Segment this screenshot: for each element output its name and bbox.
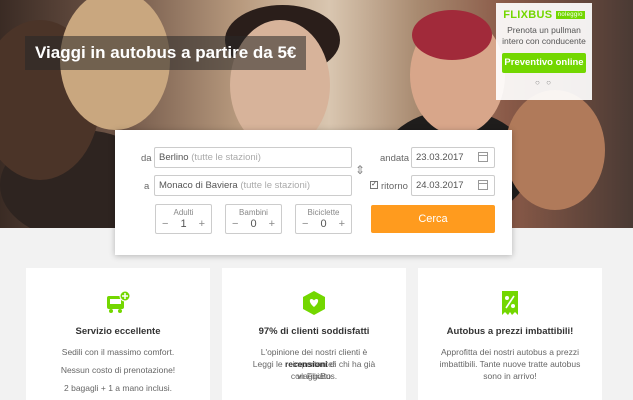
- calendar-icon[interactable]: [478, 152, 488, 162]
- reviews-link[interactable]: recensioni: [285, 359, 328, 369]
- plus-icon[interactable]: +: [269, 218, 275, 230]
- flixbus-logo: FLIXBUS noleggio: [496, 9, 592, 21]
- plus-icon[interactable]: +: [199, 218, 205, 230]
- adults-label: Adulti: [173, 208, 194, 217]
- bus-plus-icon: [107, 290, 131, 313]
- adults-stepper: Adulti − 1 +: [155, 204, 212, 234]
- feature-line: imbattibili. Tante nuove tratte autobus: [439, 359, 581, 369]
- feature-line: Approfitta dei nostri autobus a prezzi: [441, 347, 579, 357]
- plus-icon[interactable]: +: [339, 218, 345, 230]
- outbound-date: 23.03.2017: [416, 152, 464, 163]
- bikes-stepper: Biciclette − 0 +: [295, 204, 352, 234]
- swap-icon[interactable]: ⇕: [355, 163, 365, 177]
- hero-photo-hat: [412, 10, 492, 60]
- from-label: da: [141, 153, 152, 164]
- feature-card-prices: Autobus a prezzi imbattibili! Approfitta…: [418, 268, 602, 400]
- return-label: ritorno: [381, 181, 408, 192]
- bikes-label: Biciclette: [307, 208, 340, 217]
- feature-card-satisfaction: 97% di clienti soddisfatti L'opinione de…: [222, 268, 406, 400]
- feature-line: 2 bagagli + 1 a mano inclusi.: [64, 383, 172, 393]
- from-input[interactable]: Berlino (tutte le stazioni): [154, 147, 352, 168]
- hero-title: Viaggi in autobus a partire da 5€: [25, 36, 307, 70]
- hero-photo-person: [505, 90, 605, 210]
- feature-line: sono in arrivo!: [483, 371, 537, 381]
- search-panel: da Berlino (tutte le stazioni) a Monaco …: [115, 130, 512, 255]
- to-hint: (tutte le stazioni): [240, 180, 311, 191]
- rental-promo-box: FLIXBUS noleggio Prenota un pullman inte…: [496, 3, 592, 100]
- outbound-label: andata: [380, 153, 410, 164]
- brand-sub: noleggio: [555, 11, 585, 20]
- feature-title: 97% di clienti soddisfatti: [258, 326, 370, 337]
- calendar-icon[interactable]: [478, 180, 488, 190]
- return-date-input[interactable]: 24.03.2017: [411, 175, 495, 196]
- return-checkbox[interactable]: ✓: [370, 181, 378, 189]
- return-date: 24.03.2017: [416, 180, 464, 191]
- percent-ticket-icon: [502, 291, 518, 315]
- online-quote-button[interactable]: Preventivo online: [502, 53, 586, 73]
- from-hint: (tutte le stazioni): [191, 152, 261, 163]
- search-button[interactable]: Cerca: [371, 205, 495, 233]
- feature-line: Nessun costo di prenotazione!: [60, 365, 176, 375]
- children-stepper: Bambini − 0 +: [225, 204, 282, 234]
- feature-text: Leggi le: [252, 359, 283, 369]
- slider-dots[interactable]: ○ ○: [496, 78, 592, 87]
- heart-user-icon: [303, 291, 325, 315]
- from-value: Berlino: [159, 152, 189, 163]
- feature-line: Sedili con il massimo comfort.: [61, 347, 175, 357]
- brand-name: FLIXBUS: [503, 9, 553, 21]
- feature-line: con FlixBus.: [290, 371, 338, 381]
- feature-title: Servizio eccellente: [75, 326, 161, 337]
- promo-text: Prenota un pullman intero con conducente: [502, 25, 586, 46]
- feature-title: Autobus a prezzi imbattibili!: [446, 326, 574, 337]
- to-label: a: [144, 181, 150, 192]
- to-value: Monaco di Baviera: [159, 180, 238, 191]
- children-label: Bambini: [239, 208, 268, 217]
- outbound-date-input[interactable]: 23.03.2017: [411, 147, 495, 168]
- feature-card-service: Servizio eccellente Sedili con il massim…: [26, 268, 210, 400]
- to-input[interactable]: Monaco di Baviera (tutte le stazioni): [154, 175, 352, 196]
